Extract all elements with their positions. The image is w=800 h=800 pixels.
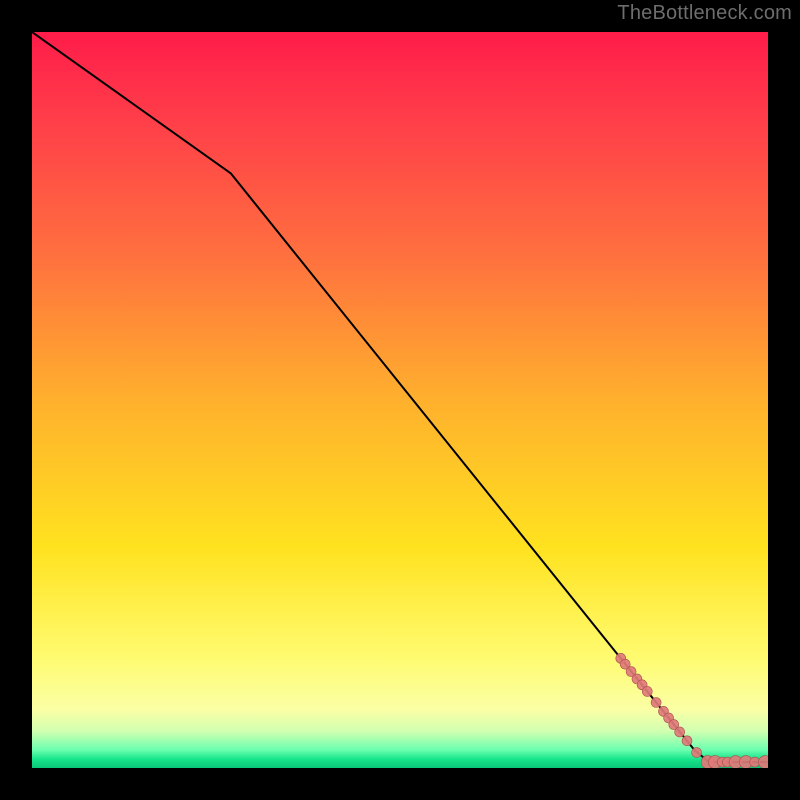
trend-line	[32, 32, 768, 762]
chart-container: TheBottleneck.com	[0, 0, 800, 800]
data-marker	[682, 736, 692, 746]
data-marker	[651, 698, 661, 708]
data-marker	[692, 748, 702, 758]
watermark: TheBottleneck.com	[617, 2, 792, 25]
data-marker	[675, 727, 685, 737]
marker-layer	[616, 653, 768, 768]
plot-overlay	[32, 32, 768, 768]
data-marker	[642, 686, 652, 696]
data-marker	[759, 756, 768, 768]
plot-area	[32, 32, 768, 768]
data-marker	[750, 757, 760, 767]
